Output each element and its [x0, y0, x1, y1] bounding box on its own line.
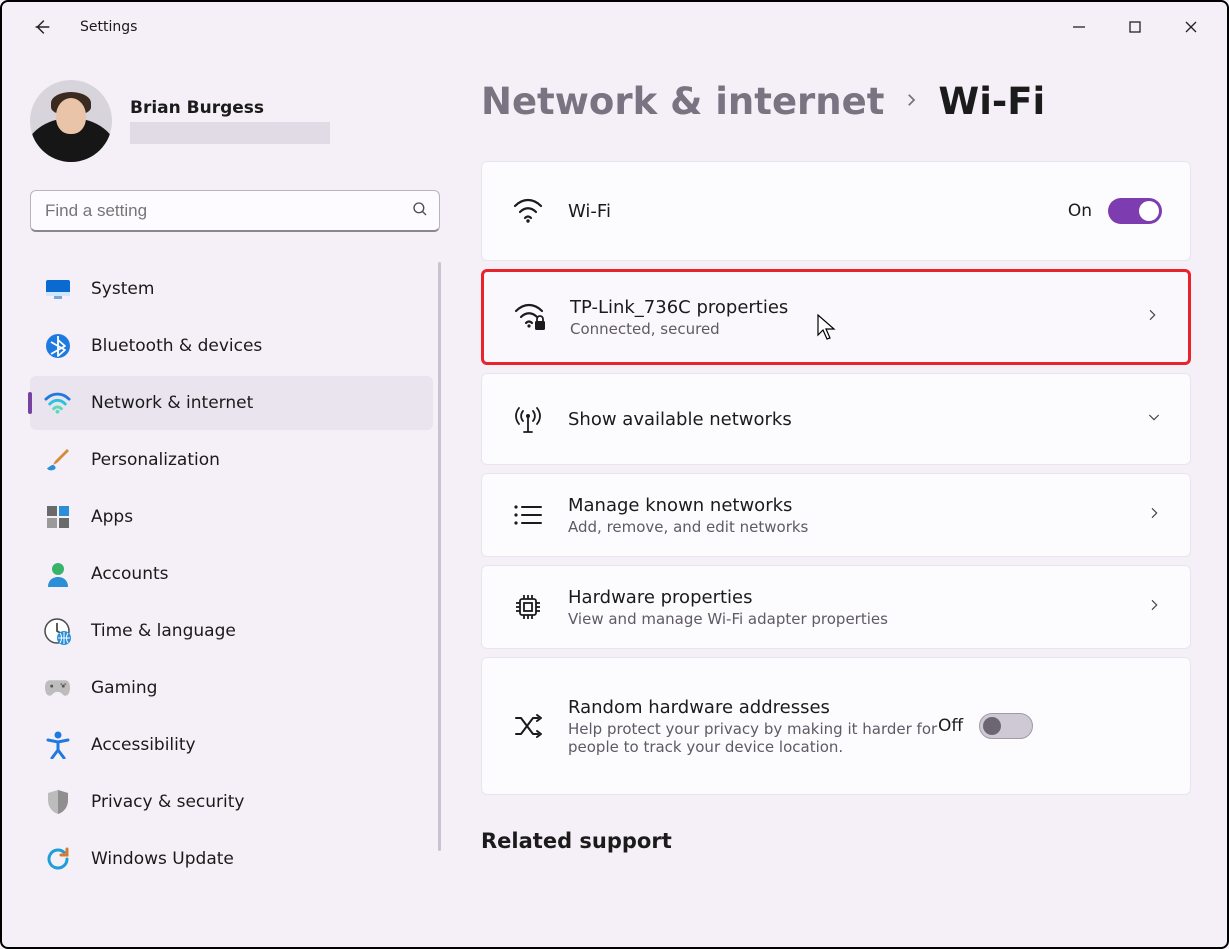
sidebar-item-label: Bluetooth & devices — [91, 336, 262, 356]
sidebar-item-label: Gaming — [91, 678, 157, 698]
sidebar-item-label: Personalization — [91, 450, 220, 470]
sidebar-item-label: System — [91, 279, 154, 299]
system-icon — [44, 276, 71, 303]
wifi-icon — [44, 390, 71, 417]
card-available-networks[interactable]: Show available networks — [481, 373, 1191, 465]
window-close-button[interactable] — [1163, 7, 1219, 47]
card-subtitle: Add, remove, and edit networks — [568, 518, 1146, 536]
card-title: TP-Link_736C properties — [570, 297, 1144, 318]
chevron-down-icon — [1146, 409, 1162, 429]
toggle-state-label: On — [1068, 201, 1092, 221]
apps-icon — [44, 504, 71, 531]
card-subtitle: Help protect your privacy by making it h… — [568, 720, 938, 756]
search-box[interactable] — [30, 190, 440, 232]
sidebar-item-label: Network & internet — [91, 393, 253, 413]
sidebar: Brian Burgess System Bluetooth & de — [2, 52, 457, 947]
card-hardware-properties[interactable]: Hardware properties View and manage Wi-F… — [481, 565, 1191, 649]
profile-email-redacted — [130, 122, 330, 144]
titlebar: Settings — [2, 2, 1227, 52]
sidebar-item-label: Privacy & security — [91, 792, 245, 812]
sidebar-item-label: Accessibility — [91, 735, 196, 755]
sidebar-item-label: Windows Update — [91, 849, 234, 869]
content-area: Network & internet Wi-Fi Wi-Fi On — [457, 52, 1227, 947]
shield-icon — [44, 789, 71, 816]
card-title: Random hardware addresses — [568, 697, 938, 718]
bluetooth-icon — [44, 333, 71, 360]
chevron-right-icon — [1144, 307, 1160, 327]
toggle-state-label: Off — [938, 716, 963, 736]
sidebar-item-label: Apps — [91, 507, 133, 527]
profile-name: Brian Burgess — [130, 98, 330, 118]
chevron-right-icon — [1146, 505, 1162, 525]
card-title: Manage known networks — [568, 495, 1146, 516]
card-title: Show available networks — [568, 409, 1146, 430]
avatar — [30, 80, 112, 162]
wifi-icon — [510, 198, 546, 224]
sidebar-item-personalization[interactable]: Personalization — [30, 433, 433, 487]
brush-icon — [44, 447, 71, 474]
breadcrumb: Network & internet Wi-Fi — [481, 80, 1191, 123]
card-title: Hardware properties — [568, 587, 1146, 608]
chevron-right-icon — [1146, 597, 1162, 617]
list-icon — [510, 504, 546, 526]
sidebar-item-windows-update[interactable]: Windows Update — [30, 832, 433, 886]
sidebar-item-privacy[interactable]: Privacy & security — [30, 775, 433, 829]
search-input[interactable] — [45, 201, 411, 221]
back-button[interactable] — [22, 16, 62, 38]
sidebar-item-accessibility[interactable]: Accessibility — [30, 718, 433, 772]
search-icon — [411, 200, 429, 222]
card-title: Wi-Fi — [568, 201, 1068, 222]
accounts-icon — [44, 561, 71, 588]
card-wifi-master[interactable]: Wi-Fi On — [481, 161, 1191, 261]
clock-globe-icon — [44, 618, 71, 645]
related-support-heading: Related support — [481, 829, 1191, 853]
card-subtitle: Connected, secured — [570, 320, 1144, 338]
window-minimize-button[interactable] — [1051, 7, 1107, 47]
window-maximize-button[interactable] — [1107, 7, 1163, 47]
sidebar-item-accounts[interactable]: Accounts — [30, 547, 433, 601]
sidebar-item-label: Accounts — [91, 564, 169, 584]
update-icon — [44, 846, 71, 873]
sidebar-item-gaming[interactable]: Gaming — [30, 661, 433, 715]
random-mac-toggle[interactable] — [979, 713, 1033, 739]
profile-block[interactable]: Brian Burgess — [30, 80, 451, 162]
wifi-toggle[interactable] — [1108, 198, 1162, 224]
sidebar-item-apps[interactable]: Apps — [30, 490, 433, 544]
breadcrumb-parent[interactable]: Network & internet — [481, 80, 884, 123]
shuffle-icon — [510, 713, 546, 739]
card-wifi-properties[interactable]: TP-Link_736C properties Connected, secur… — [481, 269, 1191, 365]
breadcrumb-current: Wi-Fi — [938, 80, 1045, 123]
accessibility-icon — [44, 732, 71, 759]
gamepad-icon — [44, 675, 71, 702]
nav-list: System Bluetooth & devices Network & int… — [30, 262, 451, 886]
antenna-icon — [510, 404, 546, 434]
sidebar-item-label: Time & language — [91, 621, 236, 641]
sidebar-item-network[interactable]: Network & internet — [30, 376, 433, 430]
chevron-right-icon — [902, 91, 920, 113]
sidebar-item-system[interactable]: System — [30, 262, 433, 316]
sidebar-item-time-language[interactable]: Time & language — [30, 604, 433, 658]
card-random-mac[interactable]: Random hardware addresses Help protect y… — [481, 657, 1191, 795]
app-title: Settings — [80, 19, 137, 35]
card-manage-known[interactable]: Manage known networks Add, remove, and e… — [481, 473, 1191, 557]
card-subtitle: View and manage Wi-Fi adapter properties — [568, 610, 1146, 628]
wifi-secured-icon — [512, 303, 548, 331]
sidebar-item-bluetooth[interactable]: Bluetooth & devices — [30, 319, 433, 373]
chip-icon — [510, 592, 546, 622]
